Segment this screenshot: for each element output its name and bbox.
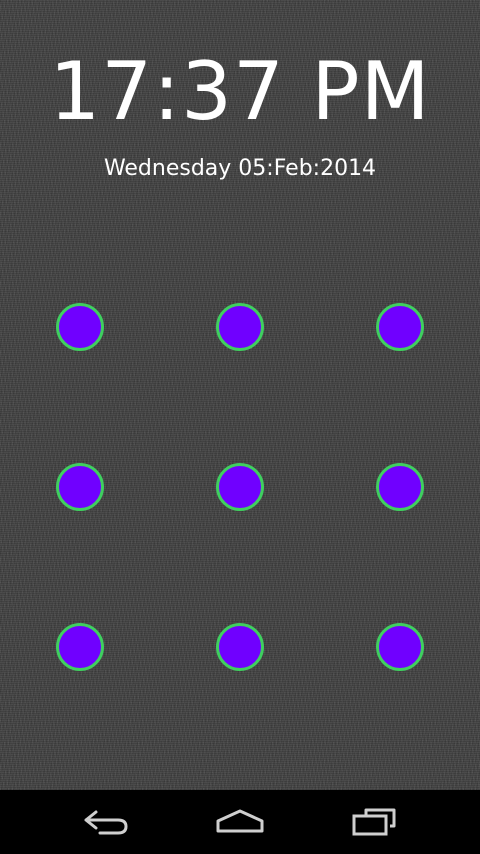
home-button[interactable] [200,802,280,842]
pattern-dot-7[interactable] [56,623,104,671]
navigation-bar [0,790,480,854]
home-icon [216,809,264,833]
pattern-dot-4[interactable] [56,463,104,511]
pattern-dot-2[interactable] [216,303,264,351]
back-icon [84,810,128,835]
pattern-dot-9[interactable] [376,623,424,671]
recent-apps-button[interactable] [334,802,414,842]
pattern-lock-grid[interactable] [0,0,480,790]
recent-apps-icon [352,808,396,836]
pattern-dot-8[interactable] [216,623,264,671]
lock-screen: 17:37 PM Wednesday 05:Feb:2014 [0,0,480,854]
pattern-dot-6[interactable] [376,463,424,511]
pattern-dot-1[interactable] [56,303,104,351]
pattern-dot-3[interactable] [376,303,424,351]
pattern-dot-5[interactable] [216,463,264,511]
lock-background: 17:37 PM Wednesday 05:Feb:2014 [0,0,480,790]
back-button[interactable] [66,802,146,842]
